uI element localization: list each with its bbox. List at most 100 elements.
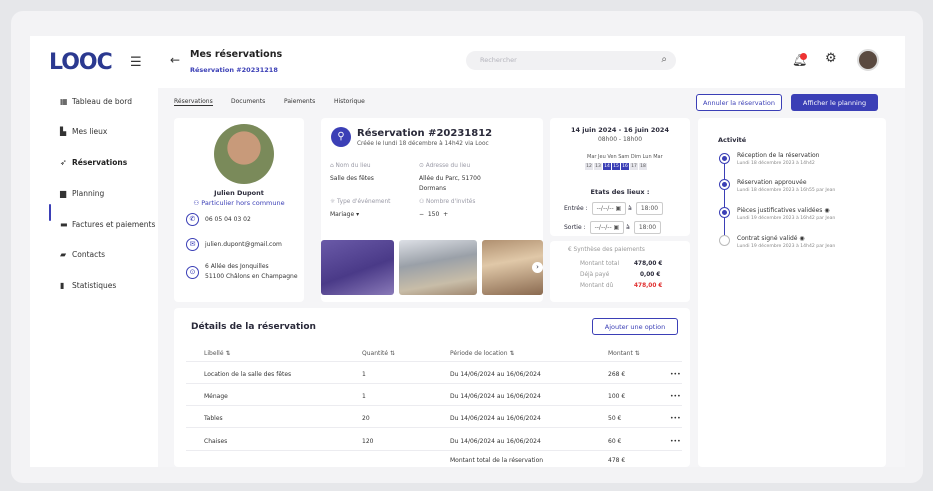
at-label: à [628,205,632,212]
guests-minus-button[interactable]: − [419,211,424,218]
sidebar-item-label: Planning [72,189,105,198]
eye-icon[interactable]: ◉ [824,207,829,214]
activity-event: Réception de la réservation [737,152,820,159]
breadcrumb-reservation[interactable]: Réservation #20231218 [190,66,278,74]
sidebar-active-indicator [49,204,51,221]
tab-reservations[interactable]: Réservations [174,98,213,106]
phone-icon: ✆ [186,213,199,226]
sidebar-item-contacts[interactable]: ▰ Contacts [60,250,105,264]
divider [186,361,682,362]
timeline-line [724,158,725,244]
day-box[interactable]: 12 [585,163,593,170]
entry-time-input[interactable]: 18:00 [635,202,664,215]
row-more-icon[interactable]: ••• [670,438,681,445]
row-period: Du 14/06/2024 au 16/06/2024 [450,393,541,400]
sidebar-item-label: Réservations [72,158,128,167]
paid-label: Déjà payé [580,272,610,278]
venue-value: Salle des fêtes [330,175,374,182]
row-amount: 100 € [608,393,626,400]
guests-stepper[interactable]: − 150 + [419,210,448,220]
venue-photo-2[interactable] [399,240,477,295]
exit-label: Sortie : [564,224,586,231]
entry-label: Entrée : [564,205,588,212]
sidebar-item-label: Factures et paiements [72,220,156,229]
total-value: 478 € [608,457,626,464]
user-avatar[interactable] [857,49,879,71]
col-period[interactable]: Période de location ⇅ [450,350,514,357]
row-period: Du 14/06/2024 au 16/06/2024 [450,415,541,422]
search-input[interactable]: Rechercher ⌕ [466,51,676,70]
row-label: Location de la salle des fêtes [204,371,292,378]
day-box[interactable]: 13 [594,163,602,170]
col-qty[interactable]: Quantité ⇅ [362,350,395,357]
activity-date: Lundi 19 décembre 2023 à 16h42 par Jean [737,216,836,221]
contacts-icon: ▰ [60,250,67,259]
row-more-icon[interactable]: ••• [670,371,681,378]
tab-payments[interactable]: Paiements [284,98,315,105]
sidebar-item-dashboard[interactable]: ▦ Tableau de bord [60,97,132,111]
gear-icon[interactable]: ⚙ [825,51,837,66]
day-box-selected[interactable]: 16 [621,163,629,170]
col-amount[interactable]: Montant ⇅ [608,350,640,357]
building-icon: ▙ [60,127,67,136]
day-box[interactable]: 17 [630,163,638,170]
looc-logo[interactable]: LOOC [49,50,113,75]
dates-card: 14 juin 2024 - 16 juin 2024 08h00 - 18h0… [550,118,690,236]
col-label[interactable]: Libellé ⇅ [204,350,230,357]
add-option-button[interactable]: Ajouter une option [592,318,678,335]
client-email-row: ✉ julien.dupont@gmail.com [186,238,282,251]
exit-time-input[interactable]: 18:00 [633,221,662,234]
address-line2: Dormans [419,185,447,192]
day-box-selected[interactable]: 14 [603,163,611,170]
guests-plus-button[interactable]: + [443,211,448,218]
tab-documents[interactable]: Documents [231,98,265,105]
timeline-dot [720,208,729,217]
event-type-select[interactable]: Mariage ▾ [330,210,359,220]
activity-event: Pièces justificatives validées ◉ [737,207,830,214]
sidebar-item-label: Contacts [72,250,106,259]
day-selector: 12 13 14 15 16 17 18 [585,163,647,170]
stats-icon: ▮ [60,281,65,290]
search-icon[interactable]: ⌕ [661,54,667,65]
due-label: Montant dû [580,283,614,289]
client-phone: 06 05 04 03 02 [205,216,251,223]
entry-date-input[interactable]: --/--/-- ▣ [591,202,627,215]
sidebar-item-reservations[interactable]: ➶ Réservations [60,158,127,172]
address-line1: Allée du Parc, 51700 [419,175,481,182]
cancel-reservation-button[interactable]: Annuler la réservation [696,94,782,111]
activity-date: Lundi 18 décembre 2023 à 14h42 [737,161,815,166]
sidebar-item-label: Tableau de bord [72,97,132,106]
sidebar-item-venues[interactable]: ▙ Mes lieux [60,127,107,141]
client-type-link[interactable]: ⚇ Particulier hors commune [174,199,304,207]
show-planning-button[interactable]: Afficher le planning [791,94,878,111]
at-label: à [626,224,630,231]
reservation-card: ⚲ Réservation #20231812 Créée le lundi 1… [321,118,543,302]
total-amount-label: Montant total [580,261,620,267]
calendar-icon: ▆ [60,189,67,198]
guests-label: ⚇ Nombre d'invités [419,199,476,205]
day-box-selected[interactable]: 15 [612,163,620,170]
search-placeholder: Rechercher [480,56,517,64]
due-value: 478,00 € [634,283,663,289]
client-phone-row: ✆ 06 05 04 03 02 [186,213,251,226]
sidebar-item-invoices[interactable]: ▬ Factures et paiements [60,220,155,234]
top-bar: LOOC ☰ ← Mes réservations Réservation #2… [30,36,905,88]
row-qty: 1 [362,393,366,400]
back-arrow-icon[interactable]: ← [170,53,180,67]
row-period: Du 14/06/2024 au 16/06/2024 [450,371,541,378]
carousel-next-icon[interactable]: › [532,262,543,273]
day-box[interactable]: 18 [639,163,647,170]
eye-icon[interactable]: ◉ [799,235,804,242]
menu-toggle-icon[interactable]: ☰ [130,55,142,70]
paid-value: 0,00 € [640,272,661,278]
sidebar-item-stats[interactable]: ▮ Statistiques [60,281,116,295]
sidebar-item-planning[interactable]: ▆ Planning [60,189,104,203]
row-more-icon[interactable]: ••• [670,415,681,422]
exit-date-input[interactable]: --/--/-- ▣ [589,221,625,234]
payments-title: € Synthèse des paiements [568,247,645,253]
venue-photo-1[interactable] [321,240,394,295]
tab-history[interactable]: Historique [334,98,365,105]
row-more-icon[interactable]: ••• [670,393,681,400]
timeline-dot-pending [720,236,729,245]
row-amount: 60 € [608,438,622,445]
